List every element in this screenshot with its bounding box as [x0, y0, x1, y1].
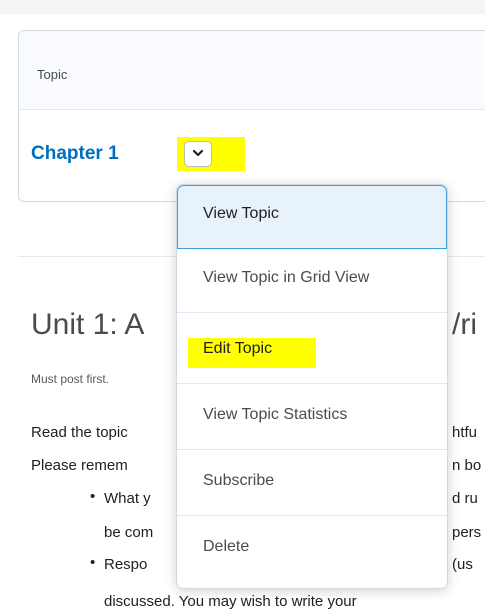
menu-item-view-topic-grid[interactable]: View Topic in Grid View [177, 249, 447, 313]
menu-item-edit-topic[interactable]: Edit Topic [177, 320, 447, 384]
menu-item-label: View Topic [203, 205, 279, 222]
menu-item-subscribe[interactable]: Subscribe [177, 452, 447, 516]
menu-item-view-topic-statistics[interactable]: View Topic Statistics [177, 386, 447, 450]
topic-table: Topic [18, 30, 485, 202]
menu-item-label: Edit Topic [203, 340, 273, 357]
bullet-2-left: Respo [104, 556, 148, 573]
bullet-1-right: d ru [452, 490, 478, 507]
top-bar [0, 0, 485, 14]
topic-table-header: Topic [19, 31, 485, 110]
topic-actions-button[interactable] [184, 141, 212, 167]
menu-item-label: View Topic in Grid View [203, 269, 370, 286]
menu-item-label: View Topic Statistics [203, 406, 348, 423]
bullet-dot: • [90, 554, 96, 571]
topic-actions-menu: View Topic View Topic in Grid View Edit … [176, 184, 448, 589]
paragraph-line-1-right: htfu [452, 424, 478, 441]
bullet-2-cont: discussed. You may wish to write your [104, 593, 357, 610]
bullet-1-left: What y [104, 490, 151, 507]
bullet-1-cont-right: pers [452, 524, 482, 541]
bullet-2-right: (us [452, 556, 473, 573]
paragraph-line-2-right: n bo [452, 457, 482, 474]
topic-column-header: Topic [37, 67, 68, 82]
menu-item-view-topic[interactable]: View Topic [177, 185, 447, 249]
bullet-dot: • [90, 488, 96, 505]
menu-item-delete[interactable]: Delete [177, 518, 447, 582]
menu-item-label: Subscribe [203, 472, 275, 489]
unit-title: Unit 1: A [31, 308, 145, 341]
menu-item-label: Delete [203, 538, 250, 555]
bullet-1-cont-left: be com [104, 524, 154, 541]
paragraph-line-1-left: Read the topic [31, 424, 128, 441]
chevron-down-icon [192, 149, 204, 157]
paragraph-line-2-left: Please remem [31, 457, 128, 474]
unit-title-tail: /ri [452, 308, 477, 341]
chapter-1-link[interactable]: Chapter 1 [31, 143, 119, 165]
must-post-notice: Must post first. [31, 372, 110, 386]
